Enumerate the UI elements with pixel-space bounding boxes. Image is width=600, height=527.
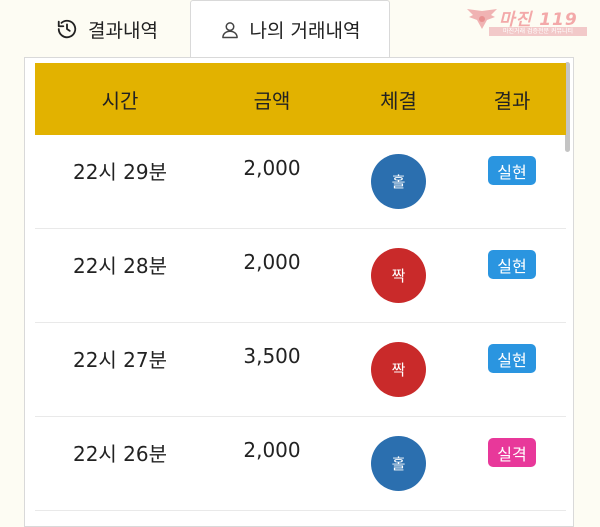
tab-label: 나의 거래내역 <box>249 20 361 42</box>
time-cell: 22시 29분 <box>72 160 168 184</box>
table-row: 22시 28분 2,000 짝 실현 <box>35 229 566 323</box>
amount-cell: 2,000 <box>243 250 301 274</box>
time-cell: 22시 27분 <box>72 348 168 372</box>
column-header-time: 시간 <box>101 88 139 113</box>
watermark-logo: 마진 119 마진거래 검증전문 커뮤니티 <box>465 4 593 40</box>
trade-history-panel: 시간 금액 체결 결과 22시 29분 2,000 홀 실현 22시 28분 2… <box>24 57 574 527</box>
tab-result-history[interactable]: 결과내역 <box>24 0 190 58</box>
even-ball: 짝 <box>371 342 426 397</box>
amount-cell: 2,000 <box>243 438 301 462</box>
table-row: 22시 29분 2,000 홀 실현 <box>35 135 566 229</box>
tab-my-trades[interactable]: 나의 거래내역 <box>190 0 390 58</box>
even-ball: 짝 <box>371 248 426 303</box>
table-body: 22시 29분 2,000 홀 실현 22시 28분 2,000 짝 실현 22… <box>35 135 566 511</box>
odd-ball: 홀 <box>371 154 426 209</box>
time-cell: 22시 26분 <box>72 442 168 466</box>
column-header-result: 결과 <box>493 88 531 113</box>
watermark-tagline: 마진거래 검증전문 커뮤니티 <box>489 27 587 36</box>
odd-ball: 홀 <box>371 436 426 491</box>
tab-label: 결과내역 <box>88 19 158 42</box>
column-header-amount: 금액 <box>253 88 291 113</box>
history-icon <box>56 18 78 40</box>
table-header: 시간 금액 체결 결과 <box>35 63 566 135</box>
result-badge: 실현 <box>488 344 536 373</box>
column-header-pick: 체결 <box>380 88 417 113</box>
table-row: 22시 26분 2,000 홀 실격 <box>35 417 566 511</box>
table-row: 22시 27분 3,500 짝 실현 <box>35 323 566 417</box>
result-badge: 실현 <box>488 250 536 279</box>
amount-cell: 3,500 <box>243 344 301 368</box>
time-cell: 22시 28분 <box>72 254 168 278</box>
result-badge: 실현 <box>488 156 536 185</box>
amount-cell: 2,000 <box>243 156 301 180</box>
user-icon <box>220 19 240 41</box>
result-badge: 실격 <box>488 438 536 467</box>
